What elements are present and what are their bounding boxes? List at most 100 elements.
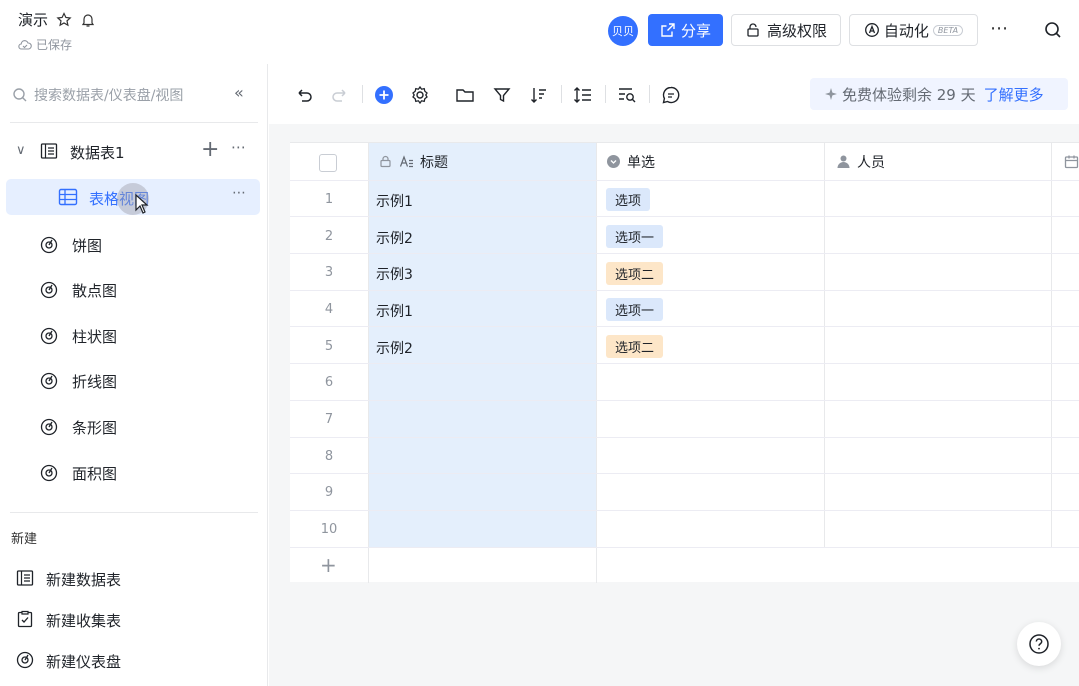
doc-title-area: 演示 (18, 9, 96, 30)
new-table-button[interactable]: 新建数据表 (0, 566, 268, 592)
sort-icon[interactable] (528, 84, 550, 106)
sidebar-item-table[interactable]: ∨ 数据表1 + ⋯ (0, 137, 268, 166)
row-number: 3 (324, 265, 334, 280)
select-all-checkbox[interactable] (319, 154, 337, 172)
save-status-text: 已保存 (36, 38, 73, 52)
dashboard-icon (40, 327, 58, 345)
cell-title[interactable]: 示例2 (376, 338, 413, 358)
divider (290, 216, 1079, 217)
cell-title[interactable]: 示例1 (376, 191, 413, 211)
option-tag[interactable]: 选项一 (606, 298, 664, 321)
sidebar-item-chart[interactable]: 条形图 (0, 413, 268, 441)
cell-title[interactable]: 示例3 (376, 264, 413, 284)
sidebar-item-chart[interactable]: 散点图 (0, 276, 268, 304)
add-row-button[interactable]: + (320, 553, 337, 577)
divider (649, 85, 650, 103)
row-height-icon[interactable] (572, 84, 594, 106)
learn-more-link[interactable]: 了解更多 (984, 84, 1044, 105)
main-area: 免费体验剩余 29 天 了解更多 标题 单选 人员 1 示例1 选项 2 示例2… (269, 64, 1079, 686)
doc-title[interactable]: 演示 (18, 9, 48, 30)
sidebar-item-chart[interactable]: 柱状图 (0, 322, 268, 350)
chart-label: 折线图 (72, 373, 118, 391)
divider (290, 400, 1079, 401)
cell-title[interactable]: 示例2 (376, 228, 413, 248)
divider (362, 85, 363, 103)
sparkle-icon (825, 88, 837, 100)
dashboard-icon (40, 464, 58, 482)
share-button[interactable]: 分享 (648, 14, 723, 46)
option-tag[interactable]: 选项二 (606, 262, 664, 285)
chart-label: 条形图 (72, 419, 118, 437)
column-header-title[interactable]: 标题 (378, 143, 448, 180)
collapse-sidebar-icon[interactable]: « (234, 83, 244, 102)
view-more-icon[interactable]: ⋯ (232, 185, 247, 201)
column-header-person[interactable]: 人员 (836, 143, 885, 180)
advanced-permission-button[interactable]: 高级权限 (731, 14, 841, 46)
new-section-title: 新建 (11, 532, 38, 547)
more-options-icon[interactable]: ⋯ (990, 18, 1009, 39)
mouse-pointer-icon (135, 194, 149, 214)
lock-icon (380, 155, 391, 168)
data-grid: 标题 单选 人员 1 示例1 选项 2 示例2 选项一 3 示例3 选项二 4 … (290, 142, 1079, 583)
add-view-icon[interactable]: + (201, 137, 219, 162)
bell-icon[interactable] (80, 12, 96, 28)
chart-label: 饼图 (72, 237, 103, 255)
row-number: 2 (324, 229, 334, 244)
cloud-icon (18, 39, 32, 50)
form-icon (17, 610, 33, 628)
column-label: 标题 (420, 154, 448, 171)
new-form-button[interactable]: 新建收集表 (0, 607, 268, 633)
undo-icon[interactable] (293, 84, 315, 106)
table-more-icon[interactable]: ⋯ (231, 138, 247, 156)
trial-banner[interactable]: 免费体验剩余 29 天 了解更多 (810, 78, 1068, 110)
find-icon[interactable] (616, 84, 638, 106)
dashboard-icon (16, 651, 34, 669)
star-icon[interactable] (56, 11, 72, 28)
toolbar: 免费体验剩余 29 天 了解更多 (269, 64, 1079, 124)
filter-icon[interactable] (491, 84, 513, 106)
sidebar-item-chart[interactable]: 折线图 (0, 367, 268, 395)
comment-icon[interactable] (660, 84, 682, 106)
share-label: 分享 (680, 21, 711, 40)
row-number: 5 (324, 339, 334, 354)
option-tag[interactable]: 选项 (606, 188, 651, 211)
sidebar: 搜索数据表/仪表盘/视图 « ∨ 数据表1 + ⋯ 表格视图 ⋯ 饼图 散点图 … (0, 64, 268, 686)
folder-icon[interactable] (454, 84, 476, 106)
help-icon (1029, 634, 1049, 654)
divider (561, 85, 562, 103)
automation-button[interactable]: 自动化 BETA (849, 14, 978, 46)
divider (824, 143, 825, 548)
option-tag[interactable]: 选项一 (606, 225, 664, 248)
share-icon (661, 23, 675, 37)
redo-icon[interactable] (329, 84, 351, 106)
chart-label: 柱状图 (72, 328, 118, 346)
lock-icon (747, 23, 759, 37)
divider (10, 122, 258, 123)
add-record-icon[interactable] (373, 84, 395, 106)
sidebar-item-chart[interactable]: 饼图 (0, 231, 268, 259)
single-select-icon (607, 155, 620, 168)
dashboard-icon (40, 418, 58, 436)
column-header-single-select[interactable]: 单选 (606, 143, 655, 180)
search-icon[interactable] (1043, 20, 1063, 40)
divider (290, 180, 1079, 181)
help-button[interactable] (1017, 622, 1061, 666)
avatar[interactable]: 贝贝 (608, 16, 638, 46)
settings-icon[interactable] (409, 84, 431, 106)
chevron-down-icon[interactable]: ∨ (16, 143, 26, 158)
table-icon (16, 570, 34, 586)
divider (290, 473, 1079, 474)
cell-title[interactable]: 示例1 (376, 301, 413, 321)
sidebar-search-input[interactable]: 搜索数据表/仪表盘/视图 (12, 84, 252, 106)
sidebar-item-chart[interactable]: 面积图 (0, 459, 268, 487)
search-icon (13, 88, 27, 102)
new-form-label: 新建收集表 (46, 612, 122, 630)
top-bar: 演示 已保存 贝贝 分享 高级权限 自动化 BETA ⋯ (0, 0, 1079, 64)
table-name: 数据表1 (70, 144, 125, 162)
new-dashboard-button[interactable]: 新建仪表盘 (0, 648, 268, 674)
option-tag[interactable]: 选项二 (606, 335, 664, 358)
row-number: 4 (324, 302, 334, 317)
column-label: 单选 (627, 154, 655, 171)
row-number: 7 (324, 412, 334, 427)
permission-label: 高级权限 (766, 21, 827, 40)
